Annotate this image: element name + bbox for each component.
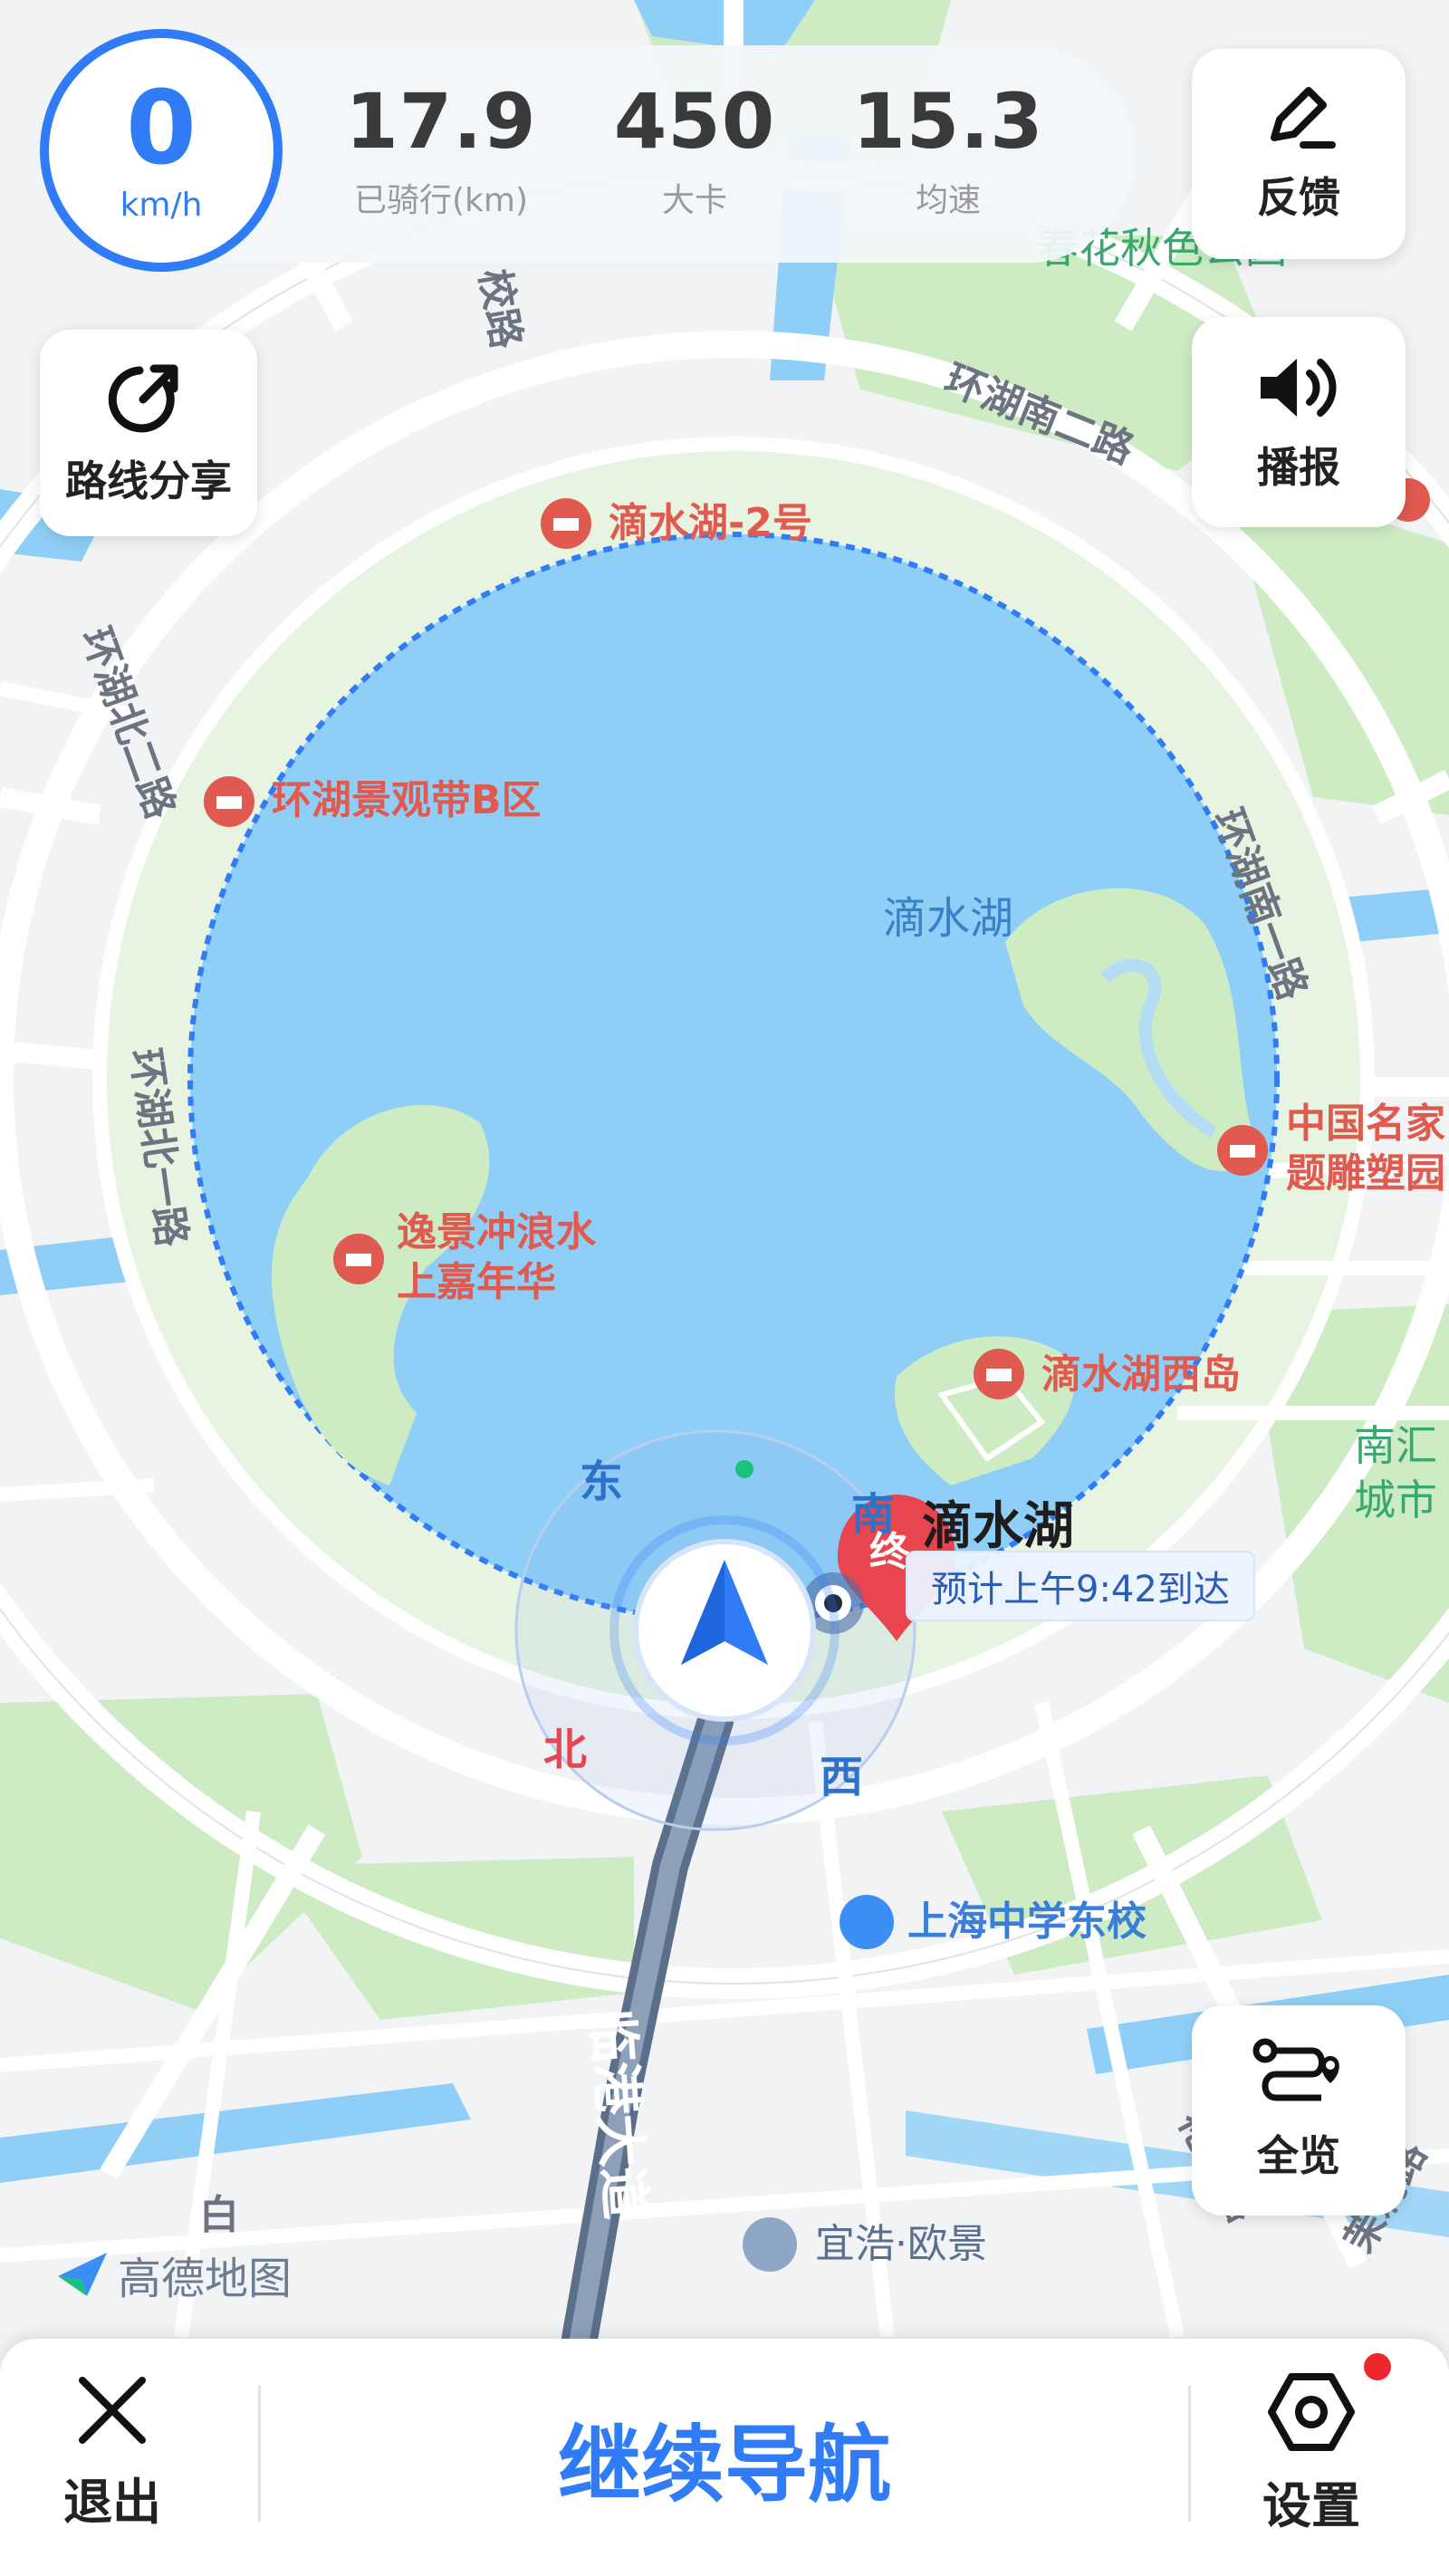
route-overview-icon bbox=[1252, 2038, 1339, 2101]
compass-east: 东 bbox=[580, 1456, 623, 1507]
stat-calories-label: 大卡 bbox=[661, 182, 727, 219]
poi-label-surf-line2[interactable]: 上嘉年华 bbox=[397, 1259, 556, 1305]
compass-north: 北 bbox=[543, 1725, 587, 1775]
exit-label: 退出 bbox=[63, 2474, 161, 2531]
area-label-nanhui-line1: 南汇 bbox=[1354, 1421, 1437, 1470]
stat-avg-speed-label: 均速 bbox=[915, 182, 981, 219]
poi-label-dishuihu-2[interactable]: 滴水湖-2号 bbox=[609, 500, 812, 546]
compass-west: 西 bbox=[820, 1752, 863, 1802]
continue-navigation-button[interactable]: 继续导航 bbox=[272, 2339, 1177, 2576]
feedback-label: 反馈 bbox=[1257, 173, 1340, 222]
speed-value: 0 bbox=[126, 69, 197, 187]
stat-calories-value: 450 bbox=[613, 77, 776, 166]
poi-label-sculpture-line1[interactable]: 中国名家 bbox=[1286, 1101, 1445, 1147]
map-provider-name: 高德地图 bbox=[118, 2254, 293, 2304]
divider-left bbox=[258, 2386, 261, 2522]
poi-label-sculpture-line2[interactable]: 题雕塑园 bbox=[1286, 1150, 1445, 1197]
feedback-button[interactable]: 反馈 bbox=[1192, 49, 1406, 259]
speaker-icon bbox=[1261, 359, 1337, 417]
destination-name[interactable]: 滴水湖 bbox=[922, 1485, 1074, 1559]
poi-label-school[interactable]: 上海中学东校 bbox=[907, 1898, 1147, 1945]
route-share-label: 路线分享 bbox=[65, 457, 232, 505]
map-provider-logo: 高德地图 bbox=[54, 2243, 292, 2306]
share-arrow-icon bbox=[108, 364, 178, 433]
stat-distance: 17.9 已骑行(km) bbox=[337, 83, 545, 221]
eta-label: 预计上午9:42到达 bbox=[906, 1551, 1255, 1621]
stat-calories: 450 大卡 bbox=[590, 83, 799, 221]
speed-unit: km/h bbox=[120, 186, 203, 224]
divider-right bbox=[1188, 2386, 1191, 2522]
area-label-nanhui-line2: 城市 bbox=[1354, 1475, 1437, 1524]
amap-logo-icon bbox=[58, 2253, 107, 2296]
stat-avg-speed: 15.3 均速 bbox=[844, 83, 1052, 221]
settings-button[interactable]: 设置 bbox=[1262, 2371, 1360, 2537]
overview-button[interactable]: 全览 bbox=[1192, 2005, 1406, 2216]
route-share-button[interactable]: 路线分享 bbox=[40, 330, 257, 536]
bottom-navigation-bar: 退出 继续导航 设置 bbox=[0, 2339, 1449, 2576]
overview-label: 全览 bbox=[1257, 2131, 1340, 2180]
close-icon bbox=[79, 2377, 146, 2444]
broadcast-button[interactable]: 播报 bbox=[1192, 317, 1406, 527]
poi-label-west-island[interactable]: 滴水湖西岛 bbox=[1041, 1351, 1241, 1398]
stat-avg-speed-value: 15.3 bbox=[852, 77, 1044, 166]
destination-marker-label: 终 bbox=[869, 1529, 910, 1575]
stat-distance-value: 17.9 bbox=[345, 77, 537, 166]
exit-button[interactable]: 退出 bbox=[63, 2371, 161, 2533]
stat-distance-label: 已骑行(km) bbox=[353, 182, 528, 219]
notification-dot bbox=[1364, 2353, 1391, 2380]
pencil-icon bbox=[1271, 87, 1336, 149]
speed-gauge: 0 km/h bbox=[40, 29, 283, 272]
poi-label-surf-line1[interactable]: 逸景冲浪水 bbox=[397, 1209, 597, 1255]
settings-label: 设置 bbox=[1262, 2477, 1360, 2534]
poi-label-residence[interactable]: 宜浩·欧景 bbox=[815, 2221, 987, 2267]
settings-hexagon-icon bbox=[1268, 2373, 1355, 2451]
road-label-bai: 白 bbox=[199, 2192, 239, 2238]
broadcast-label: 播报 bbox=[1257, 443, 1340, 492]
poi-label-huanhu-b[interactable]: 环湖景观带B区 bbox=[272, 777, 542, 823]
lake-label: 滴水湖 bbox=[883, 893, 1013, 944]
